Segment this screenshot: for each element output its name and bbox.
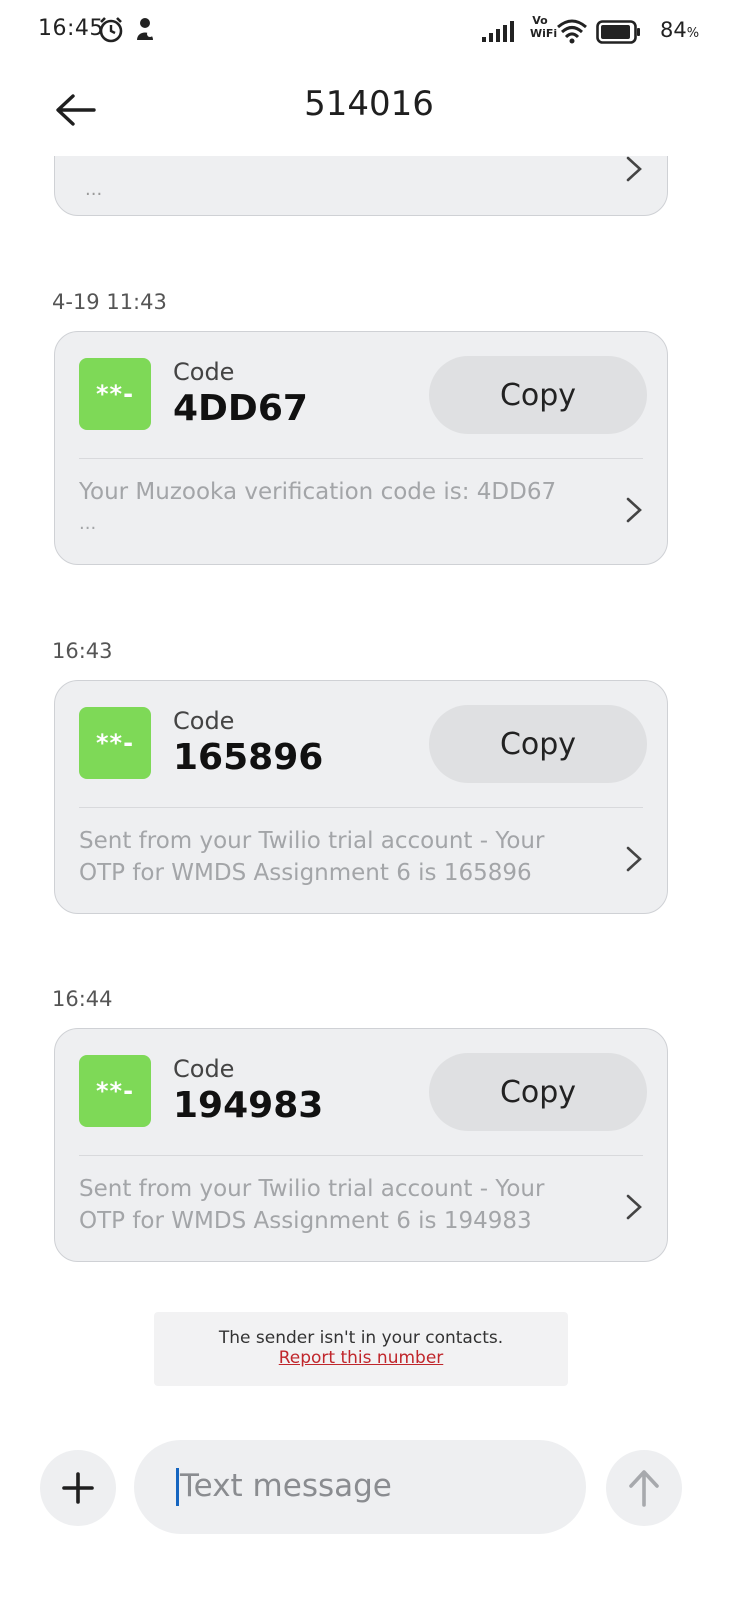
copy-button[interactable]: Copy <box>429 705 647 783</box>
otp-message-card[interactable]: **- Code 4DD67 Copy Your Muzooka verific… <box>54 331 668 565</box>
vowifi-label: Vo WiFi <box>530 14 558 40</box>
message-ellipsis: ... <box>85 179 103 200</box>
send-button[interactable] <box>606 1450 682 1526</box>
message-timestamp: 16:43 <box>52 639 113 663</box>
message-composer: Text message <box>0 1420 738 1550</box>
code-label: Code <box>173 358 235 386</box>
arrow-up-icon <box>629 1470 659 1507</box>
divider <box>79 807 643 808</box>
plus-icon <box>62 1472 94 1504</box>
code-value: 4DD67 <box>173 388 308 429</box>
message-preview: Your Muzooka verification code is: 4DD67… <box>79 476 559 540</box>
otp-code-icon: **- <box>79 707 151 779</box>
message-list[interactable]: ... 4-19 11:43 **- Code 4DD67 Copy Your … <box>0 156 738 1416</box>
text-cursor <box>176 1468 179 1506</box>
status-time: 16:45 <box>38 16 104 41</box>
chevron-right-icon[interactable] <box>625 156 643 187</box>
signal-icon <box>482 20 518 46</box>
message-card-partial[interactable]: ... <box>54 156 668 216</box>
message-preview: Sent from your Twilio trial account - Yo… <box>79 828 545 886</box>
code-label: Code <box>173 1055 235 1083</box>
otp-message-card[interactable]: **- Code 194983 Copy Sent from your Twil… <box>54 1028 668 1262</box>
unknown-sender-notice: The sender isn't in your contacts. Repor… <box>154 1312 568 1386</box>
otp-message-card[interactable]: **- Code 165896 Copy Sent from your Twil… <box>54 680 668 914</box>
notification-icon <box>134 16 156 46</box>
code-value: 194983 <box>173 1085 324 1126</box>
copy-button[interactable]: Copy <box>429 1053 647 1131</box>
otp-code-icon: **- <box>79 1055 151 1127</box>
attach-button[interactable] <box>40 1450 116 1526</box>
chevron-right-icon[interactable] <box>625 496 643 528</box>
message-text: Your Muzooka verification code is: 4DD67 <box>79 479 557 505</box>
battery-icon <box>596 20 642 48</box>
message-input[interactable]: Text message <box>134 1440 586 1534</box>
battery-percentage: 84% <box>660 18 700 42</box>
message-ellipsis: ... <box>79 513 97 534</box>
message-preview: Sent from your Twilio trial account - Yo… <box>79 1176 545 1234</box>
alarm-icon <box>98 16 124 48</box>
message-timestamp: 4-19 11:43 <box>52 290 167 314</box>
report-number-link[interactable]: Report this number <box>279 1348 444 1368</box>
chevron-right-icon[interactable] <box>625 1193 643 1225</box>
wifi-icon <box>556 18 588 48</box>
message-timestamp: 16:44 <box>52 987 113 1011</box>
message-input-placeholder: Text message <box>180 1468 392 1504</box>
conversation-title: 514016 <box>304 84 434 124</box>
code-value: 165896 <box>173 737 324 778</box>
code-label: Code <box>173 707 235 735</box>
otp-code-icon: **- <box>79 358 151 430</box>
divider <box>79 458 643 459</box>
conversation-header: 514016 <box>0 64 738 156</box>
notice-text: The sender isn't in your contacts. <box>218 1328 504 1348</box>
chevron-right-icon[interactable] <box>625 845 643 877</box>
status-bar: 16:45 Vo WiFi 84% <box>0 0 738 64</box>
divider <box>79 1155 643 1156</box>
copy-button[interactable]: Copy <box>429 356 647 434</box>
